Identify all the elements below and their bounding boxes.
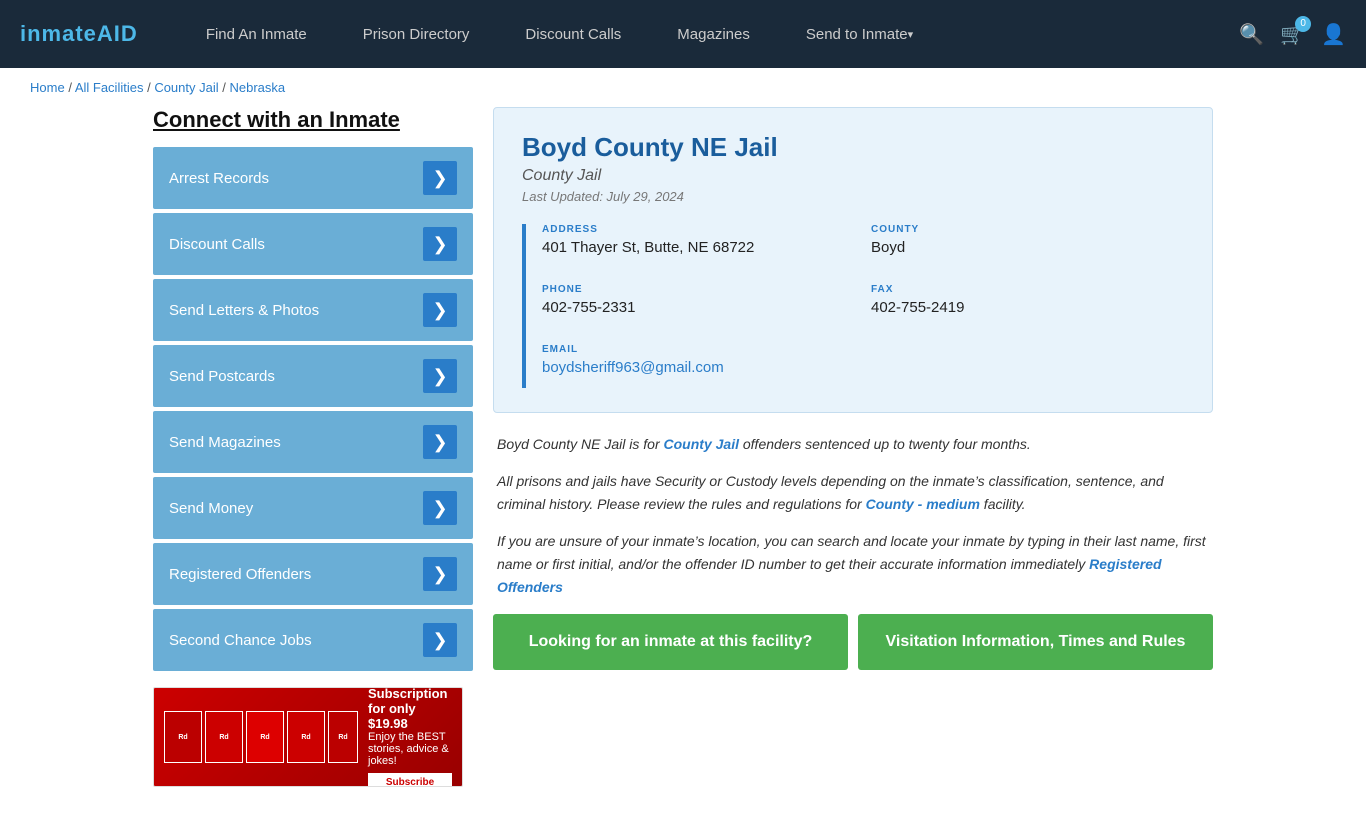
chevron-right-icon: ❯ [423, 425, 457, 459]
sidebar-item-discount-calls[interactable]: Discount Calls ❯ [153, 213, 473, 275]
sidebar-item-arrest-records[interactable]: Arrest Records ❯ [153, 147, 473, 209]
sidebar-item-send-letters[interactable]: Send Letters & Photos ❯ [153, 279, 473, 341]
para2-before: All prisons and jails have Security or C… [497, 473, 1164, 512]
breadcrumb-all-facilities[interactable]: All Facilities [75, 80, 144, 95]
sidebar-item-label: Second Chance Jobs [169, 632, 312, 649]
user-icon[interactable]: 👤 [1321, 22, 1346, 47]
ad-inner: Rd Rd Rd Rd Rd 1 Year Subscription for o… [154, 688, 462, 786]
phone-value: 402-755-2331 [542, 299, 855, 316]
fax-value: 402-755-2419 [871, 299, 1184, 316]
sidebar-item-label: Send Postcards [169, 368, 275, 385]
sidebar-item-send-postcards[interactable]: Send Postcards ❯ [153, 345, 473, 407]
sidebar-item-send-magazines[interactable]: Send Magazines ❯ [153, 411, 473, 473]
info-divider: ADDRESS 401 Thayer St, Butte, NE 68722 C… [522, 224, 1184, 388]
facility-updated: Last Updated: July 29, 2024 [522, 189, 1184, 204]
chevron-right-icon: ❯ [423, 557, 457, 591]
phone-label: PHONE [542, 284, 855, 295]
breadcrumb: Home / All Facilities / County Jail / Ne… [0, 68, 1366, 107]
chevron-right-icon: ❯ [423, 227, 457, 261]
ad-text: 1 Year Subscription for only $19.98 Enjo… [368, 687, 452, 787]
logo-text: inmateAID [20, 21, 138, 47]
county-jail-link[interactable]: County Jail [664, 436, 739, 452]
ad-subscribe-button[interactable]: Subscribe Now [368, 773, 452, 787]
chevron-right-icon: ❯ [423, 491, 457, 525]
logo[interactable]: inmateAID [20, 21, 138, 47]
nav-magazines[interactable]: Magazines [649, 0, 778, 68]
nav-send-to-inmate[interactable]: Send to Inmate [778, 0, 941, 68]
description-para2: All prisons and jails have Security or C… [497, 470, 1209, 516]
chevron-right-icon: ❯ [423, 293, 457, 327]
description-para1: Boyd County NE Jail is for County Jail o… [497, 433, 1209, 456]
chevron-right-icon: ❯ [423, 623, 457, 657]
county-label: COUNTY [871, 224, 1184, 235]
email-block: EMAIL boydsheriff963@gmail.com [542, 344, 1184, 376]
sidebar-item-label: Send Magazines [169, 434, 281, 451]
para2-after: facility. [980, 496, 1026, 512]
nav-prison-directory[interactable]: Prison Directory [335, 0, 498, 68]
cart-icon[interactable]: 🛒 0 [1280, 22, 1305, 47]
magazine-cover-3: Rd [246, 711, 284, 763]
sidebar-item-send-money[interactable]: Send Money ❯ [153, 477, 473, 539]
magazine-cover-1: Rd [164, 711, 202, 763]
sidebar-item-label: Send Money [169, 500, 253, 517]
fax-block: FAX 402-755-2419 [871, 284, 1184, 316]
bottom-buttons: Looking for an inmate at this facility? … [493, 614, 1213, 671]
sidebar-item-label: Arrest Records [169, 170, 269, 187]
main-content: Boyd County NE Jail County Jail Last Upd… [493, 107, 1213, 787]
fax-label: FAX [871, 284, 1184, 295]
ad-headline: 1 Year Subscription for only $19.98 [368, 687, 447, 731]
address-value: 401 Thayer St, Butte, NE 68722 [542, 239, 855, 256]
breadcrumb-state[interactable]: Nebraska [229, 80, 285, 95]
nav-discount-calls[interactable]: Discount Calls [497, 0, 649, 68]
visitation-button[interactable]: Visitation Information, Times and Rules [858, 614, 1213, 671]
sidebar-item-registered-offenders[interactable]: Registered Offenders ❯ [153, 543, 473, 605]
find-inmate-button[interactable]: Looking for an inmate at this facility? [493, 614, 848, 671]
facility-card: Boyd County NE Jail County Jail Last Upd… [493, 107, 1213, 413]
sidebar-menu: Arrest Records ❯ Discount Calls ❯ Send L… [153, 147, 473, 671]
phone-block: PHONE 402-755-2331 [542, 284, 855, 316]
info-grid: ADDRESS 401 Thayer St, Butte, NE 68722 C… [542, 224, 1184, 388]
sidebar-item-label: Send Letters & Photos [169, 302, 319, 319]
email-value[interactable]: boydsheriff963@gmail.com [542, 359, 1184, 376]
sidebar-item-label: Discount Calls [169, 236, 265, 253]
breadcrumb-county-jail[interactable]: County Jail [154, 80, 218, 95]
sidebar-title: Connect with an Inmate [153, 107, 473, 133]
header: inmateAID Find An Inmate Prison Director… [0, 0, 1366, 68]
address-label: ADDRESS [542, 224, 855, 235]
ad-covers: Rd Rd Rd Rd Rd [164, 698, 358, 776]
sidebar: Connect with an Inmate Arrest Records ❯ … [153, 107, 473, 787]
sidebar-item-label: Registered Offenders [169, 566, 311, 583]
county-value: Boyd [871, 239, 1184, 256]
cart-badge: 0 [1295, 16, 1311, 32]
chevron-right-icon: ❯ [423, 161, 457, 195]
main-nav: Find An Inmate Prison Directory Discount… [178, 0, 1239, 68]
main-layout: Connect with an Inmate Arrest Records ❯ … [133, 107, 1233, 817]
magazine-cover-4: Rd [287, 711, 325, 763]
magazine-cover-2: Rd [205, 711, 243, 763]
para1-after: offenders sentenced up to twenty four mo… [739, 436, 1031, 452]
county-block: COUNTY Boyd [871, 224, 1184, 256]
facility-name: Boyd County NE Jail [522, 132, 1184, 163]
magazine-cover-5: Rd [328, 711, 358, 763]
sidebar-item-second-chance-jobs[interactable]: Second Chance Jobs ❯ [153, 609, 473, 671]
para1-before: Boyd County NE Jail is for [497, 436, 664, 452]
nav-find-inmate[interactable]: Find An Inmate [178, 0, 335, 68]
breadcrumb-home[interactable]: Home [30, 80, 65, 95]
ad-sub: Enjoy the BEST stories, advice & jokes! [368, 731, 449, 767]
description: Boyd County NE Jail is for County Jail o… [493, 433, 1213, 600]
email-label: EMAIL [542, 344, 1184, 355]
search-icon[interactable]: 🔍 [1239, 22, 1264, 47]
county-medium-link[interactable]: County - medium [866, 496, 980, 512]
facility-type: County Jail [522, 167, 1184, 185]
description-para3: If you are unsure of your inmate’s locat… [497, 530, 1209, 599]
address-block: ADDRESS 401 Thayer St, Butte, NE 68722 [542, 224, 855, 256]
chevron-right-icon: ❯ [423, 359, 457, 393]
header-icons: 🔍 🛒 0 👤 [1239, 22, 1346, 47]
sidebar-ad[interactable]: Rd Rd Rd Rd Rd 1 Year Subscription for o… [153, 687, 463, 787]
